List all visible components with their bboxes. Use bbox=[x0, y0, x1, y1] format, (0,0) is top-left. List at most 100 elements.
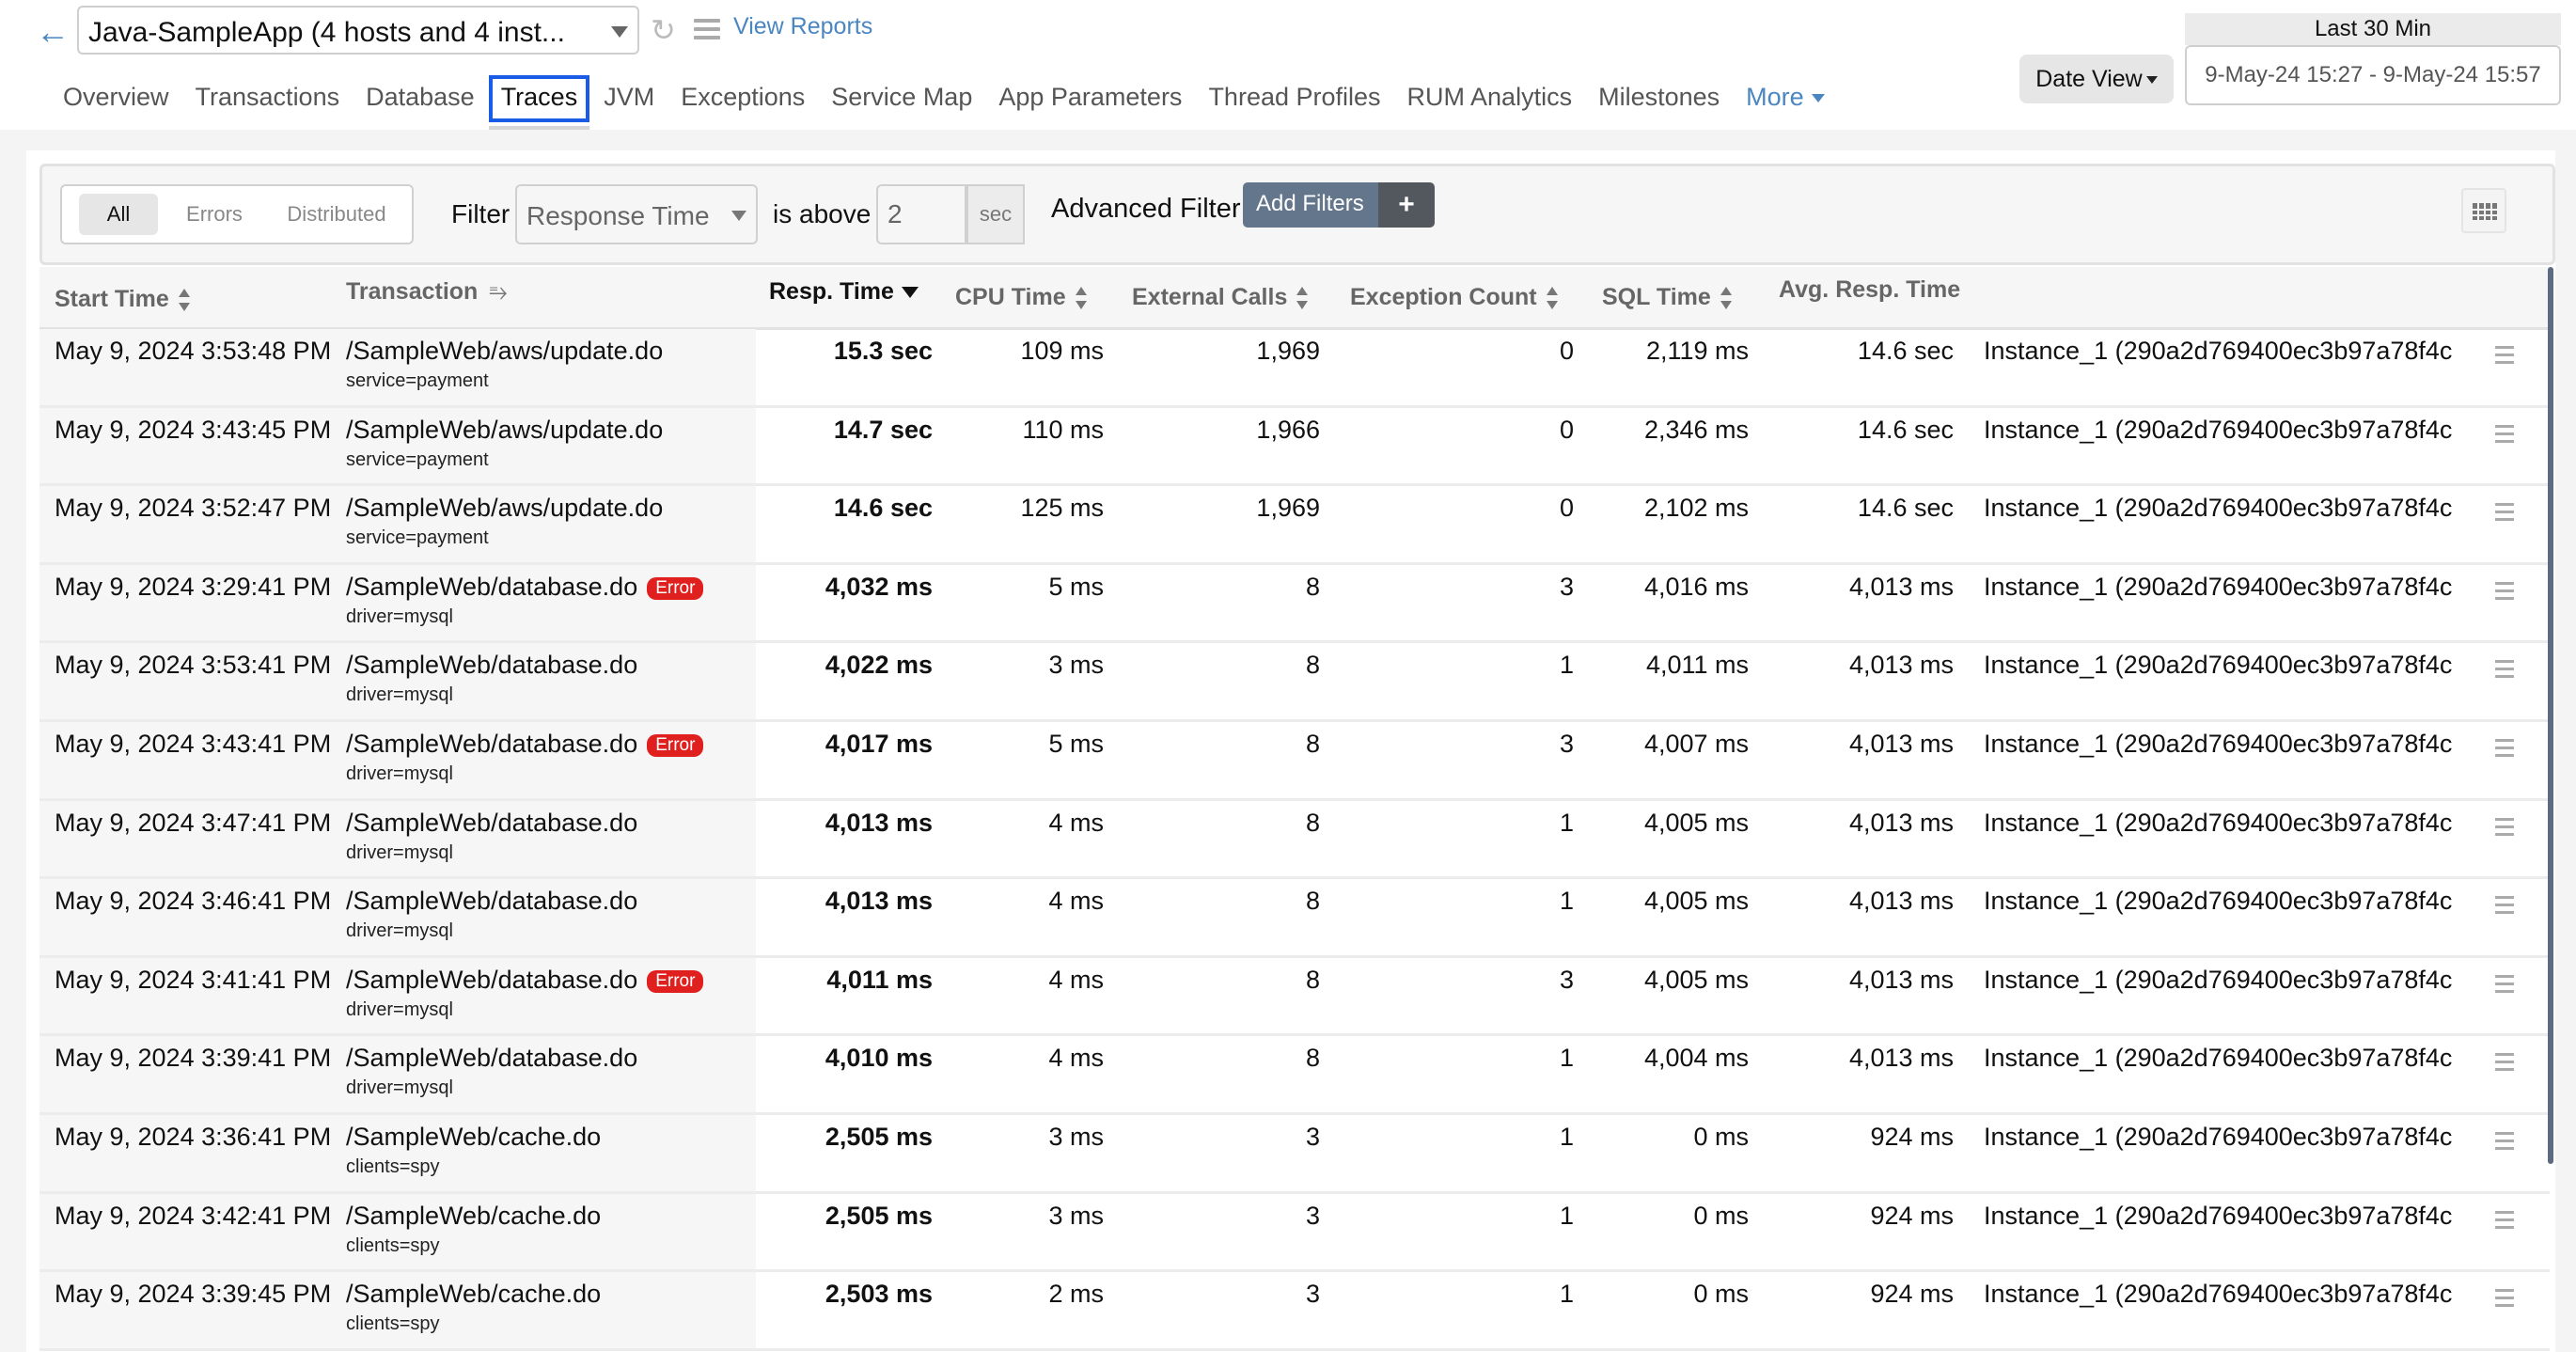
table-row[interactable]: May 9, 2024 3:53:48 PM 15.3 sec 109 ms 1,96… bbox=[39, 329, 2550, 408]
col-exception-count[interactable]: Exception Count bbox=[1350, 284, 1558, 311]
col-avg-resp-time[interactable]: Avg. Resp. Time bbox=[1779, 276, 1960, 304]
tab-app-parameters[interactable]: App Parameters bbox=[986, 75, 1194, 122]
cell-instance[interactable]: Instance_1 (290a2d769400ec3b97a78f4c bbox=[1984, 1202, 2510, 1231]
col-start-time[interactable]: Start Time bbox=[55, 286, 190, 313]
transaction-name[interactable]: /SampleWeb/database.do bbox=[346, 1044, 637, 1072]
cell-transaction[interactable]: /SampleWeb/database.do Error bbox=[346, 730, 704, 759]
tab-transactions[interactable]: Transactions bbox=[183, 75, 353, 122]
application-select[interactable]: Java-SampleApp (4 hosts and 4 inst... bbox=[77, 6, 639, 55]
row-menu-icon[interactable] bbox=[2495, 1053, 2514, 1076]
row-menu-icon[interactable] bbox=[2495, 817, 2514, 841]
cell-instance[interactable]: Instance_1 (290a2d769400ec3b97a78f4c bbox=[1984, 573, 2510, 602]
row-menu-icon[interactable] bbox=[2495, 346, 2514, 369]
tab-database[interactable]: Database bbox=[353, 75, 487, 122]
table-scrollbar[interactable] bbox=[2548, 267, 2553, 1164]
cell-instance[interactable]: Instance_1 (290a2d769400ec3b97a78f4c bbox=[1984, 337, 2510, 366]
cell-transaction[interactable]: /SampleWeb/database.do Error bbox=[346, 966, 704, 995]
row-menu-icon[interactable] bbox=[2495, 1131, 2514, 1155]
tab-milestones[interactable]: Milestones bbox=[1586, 75, 1732, 122]
cell-instance[interactable]: Instance_1 (290a2d769400ec3b97a78f4c bbox=[1984, 494, 2510, 523]
segment-errors[interactable]: Errors bbox=[169, 194, 259, 235]
hamburger-menu-icon[interactable] bbox=[694, 19, 720, 39]
cell-instance[interactable]: Instance_1 (290a2d769400ec3b97a78f4c bbox=[1984, 1044, 2510, 1073]
row-menu-icon[interactable] bbox=[2495, 503, 2514, 526]
cell-instance[interactable]: Instance_1 (290a2d769400ec3b97a78f4c bbox=[1984, 1123, 2510, 1152]
cell-instance[interactable]: Instance_1 (290a2d769400ec3b97a78f4c bbox=[1984, 809, 2510, 838]
date-range-picker[interactable]: 9-May-24 15:27 - 9-May-24 15:57 bbox=[2185, 45, 2561, 105]
table-row[interactable]: May 9, 2024 3:43:41 PM 4,017 ms 5 ms 8 3 4,00… bbox=[39, 721, 2550, 801]
threshold-input[interactable] bbox=[876, 184, 966, 244]
table-row[interactable]: May 9, 2024 3:46:41 PM 4,013 ms 4 ms 8 1 4,00… bbox=[39, 879, 2550, 958]
cell-transaction[interactable]: /SampleWeb/aws/update.do bbox=[346, 337, 663, 366]
cell-transaction[interactable]: /SampleWeb/aws/update.do bbox=[346, 494, 663, 523]
range-preset-label[interactable]: Last 30 Min bbox=[2185, 13, 2561, 45]
cell-transaction[interactable]: /SampleWeb/cache.do bbox=[346, 1202, 601, 1231]
table-row[interactable]: May 9, 2024 3:41:41 PM 4,011 ms 4 ms 8 3 4,00… bbox=[39, 957, 2550, 1037]
tab-service-map[interactable]: Service Map bbox=[819, 75, 984, 122]
tab-overview[interactable]: Overview bbox=[51, 75, 181, 122]
table-row[interactable]: May 9, 2024 3:47:41 PM 4,013 ms 4 ms 8 1 4,00… bbox=[39, 800, 2550, 880]
table-row[interactable]: May 9, 2024 3:42:41 PM 2,505 ms 3 ms 3 1 0 ms… bbox=[39, 1193, 2550, 1273]
row-menu-icon[interactable] bbox=[2495, 581, 2514, 605]
col-resp-time[interactable]: Resp. Time bbox=[769, 278, 919, 306]
cell-transaction[interactable]: /SampleWeb/cache.do bbox=[346, 1123, 601, 1152]
cell-instance[interactable]: Instance_1 (290a2d769400ec3b97a78f4c bbox=[1984, 887, 2510, 916]
transaction-name[interactable]: /SampleWeb/database.do bbox=[346, 573, 637, 601]
tab-traces[interactable]: Traces bbox=[488, 75, 590, 132]
segment-all[interactable]: All bbox=[79, 194, 158, 235]
cell-transaction[interactable]: /SampleWeb/database.do bbox=[346, 651, 637, 680]
date-view-button[interactable]: Date View bbox=[2019, 55, 2174, 103]
filter-metric-select[interactable]: Response Time bbox=[515, 184, 758, 244]
cell-transaction[interactable]: /SampleWeb/database.do bbox=[346, 887, 637, 916]
row-menu-icon[interactable] bbox=[2495, 738, 2514, 762]
transaction-name[interactable]: /SampleWeb/database.do bbox=[346, 966, 637, 994]
cell-instance[interactable]: Instance_1 (290a2d769400ec3b97a78f4c bbox=[1984, 1280, 2510, 1309]
col-cpu-time[interactable]: CPU Time bbox=[955, 284, 1087, 311]
cell-instance[interactable]: Instance_1 (290a2d769400ec3b97a78f4c bbox=[1984, 730, 2510, 759]
tab-jvm[interactable]: JVM bbox=[591, 75, 667, 122]
transaction-name[interactable]: /SampleWeb/cache.do bbox=[346, 1202, 601, 1230]
transaction-name[interactable]: /SampleWeb/database.do bbox=[346, 887, 637, 915]
tab-exceptions[interactable]: Exceptions bbox=[668, 75, 817, 122]
tab-rum-analytics[interactable]: RUM Analytics bbox=[1395, 75, 1585, 122]
row-menu-icon[interactable] bbox=[2495, 1289, 2514, 1312]
table-row[interactable]: May 9, 2024 3:36:41 PM 2,505 ms 3 ms 3 1 0 ms… bbox=[39, 1114, 2550, 1194]
cell-instance[interactable]: Instance_1 (290a2d769400ec3b97a78f4c bbox=[1984, 416, 2510, 445]
refresh-icon[interactable]: ↻ bbox=[651, 13, 676, 47]
cell-transaction[interactable]: /SampleWeb/aws/update.do bbox=[346, 416, 663, 445]
transaction-name[interactable]: /SampleWeb/cache.do bbox=[346, 1280, 601, 1308]
row-menu-icon[interactable] bbox=[2495, 896, 2514, 919]
transaction-name[interactable]: /SampleWeb/database.do bbox=[346, 730, 637, 758]
transaction-name[interactable]: /SampleWeb/aws/update.do bbox=[346, 494, 663, 522]
segment-distributed[interactable]: Distributed bbox=[271, 194, 402, 235]
table-row[interactable]: May 9, 2024 3:29:41 PM 4,032 ms 5 ms 8 3 4,01… bbox=[39, 564, 2550, 644]
cell-transaction[interactable]: /SampleWeb/database.do bbox=[346, 809, 637, 838]
col-sql-time[interactable]: SQL Time bbox=[1602, 284, 1732, 311]
table-row[interactable]: May 9, 2024 3:43:45 PM 14.7 sec 110 ms 1,96… bbox=[39, 407, 2550, 487]
transaction-name[interactable]: /SampleWeb/aws/update.do bbox=[346, 337, 663, 365]
transaction-name[interactable]: /SampleWeb/database.do bbox=[346, 651, 637, 679]
row-menu-icon[interactable] bbox=[2495, 424, 2514, 448]
column-chooser-icon[interactable] bbox=[2461, 188, 2506, 233]
cell-transaction[interactable]: /SampleWeb/database.do Error bbox=[346, 573, 704, 602]
table-row[interactable]: May 9, 2024 3:53:41 PM 4,022 ms 3 ms 8 1 4,01… bbox=[39, 643, 2550, 722]
row-menu-icon[interactable] bbox=[2495, 974, 2514, 998]
table-row[interactable]: May 9, 2024 3:52:47 PM 14.6 sec 125 ms 1,96… bbox=[39, 486, 2550, 565]
table-row[interactable]: May 9, 2024 3:39:41 PM 4,010 ms 4 ms 8 1 4,00… bbox=[39, 1036, 2550, 1115]
col-external-calls[interactable]: External Calls bbox=[1132, 284, 1309, 311]
transaction-name[interactable]: /SampleWeb/cache.do bbox=[346, 1123, 601, 1151]
cell-instance[interactable]: Instance_1 (290a2d769400ec3b97a78f4c bbox=[1984, 651, 2510, 680]
transaction-name[interactable]: /SampleWeb/database.do bbox=[346, 809, 637, 837]
cell-transaction[interactable]: /SampleWeb/cache.do bbox=[346, 1280, 601, 1309]
row-menu-icon[interactable] bbox=[2495, 660, 2514, 683]
table-row[interactable]: May 9, 2024 3:39:45 PM 2,503 ms 2 ms 3 1 0 ms… bbox=[39, 1272, 2550, 1351]
cell-instance[interactable]: Instance_1 (290a2d769400ec3b97a78f4c bbox=[1984, 966, 2510, 995]
wrap-text-icon[interactable]: ⥱ bbox=[489, 279, 507, 306]
view-reports-link[interactable]: View Reports bbox=[733, 13, 872, 40]
tab-thread-profiles[interactable]: Thread Profiles bbox=[1196, 75, 1392, 122]
transaction-name[interactable]: /SampleWeb/aws/update.do bbox=[346, 416, 663, 444]
row-menu-icon[interactable] bbox=[2495, 1210, 2514, 1234]
tab-more[interactable]: More bbox=[1734, 75, 1837, 122]
col-transaction[interactable]: Transaction ⥱ bbox=[346, 278, 508, 306]
back-arrow-icon[interactable]: ← bbox=[36, 13, 73, 51]
